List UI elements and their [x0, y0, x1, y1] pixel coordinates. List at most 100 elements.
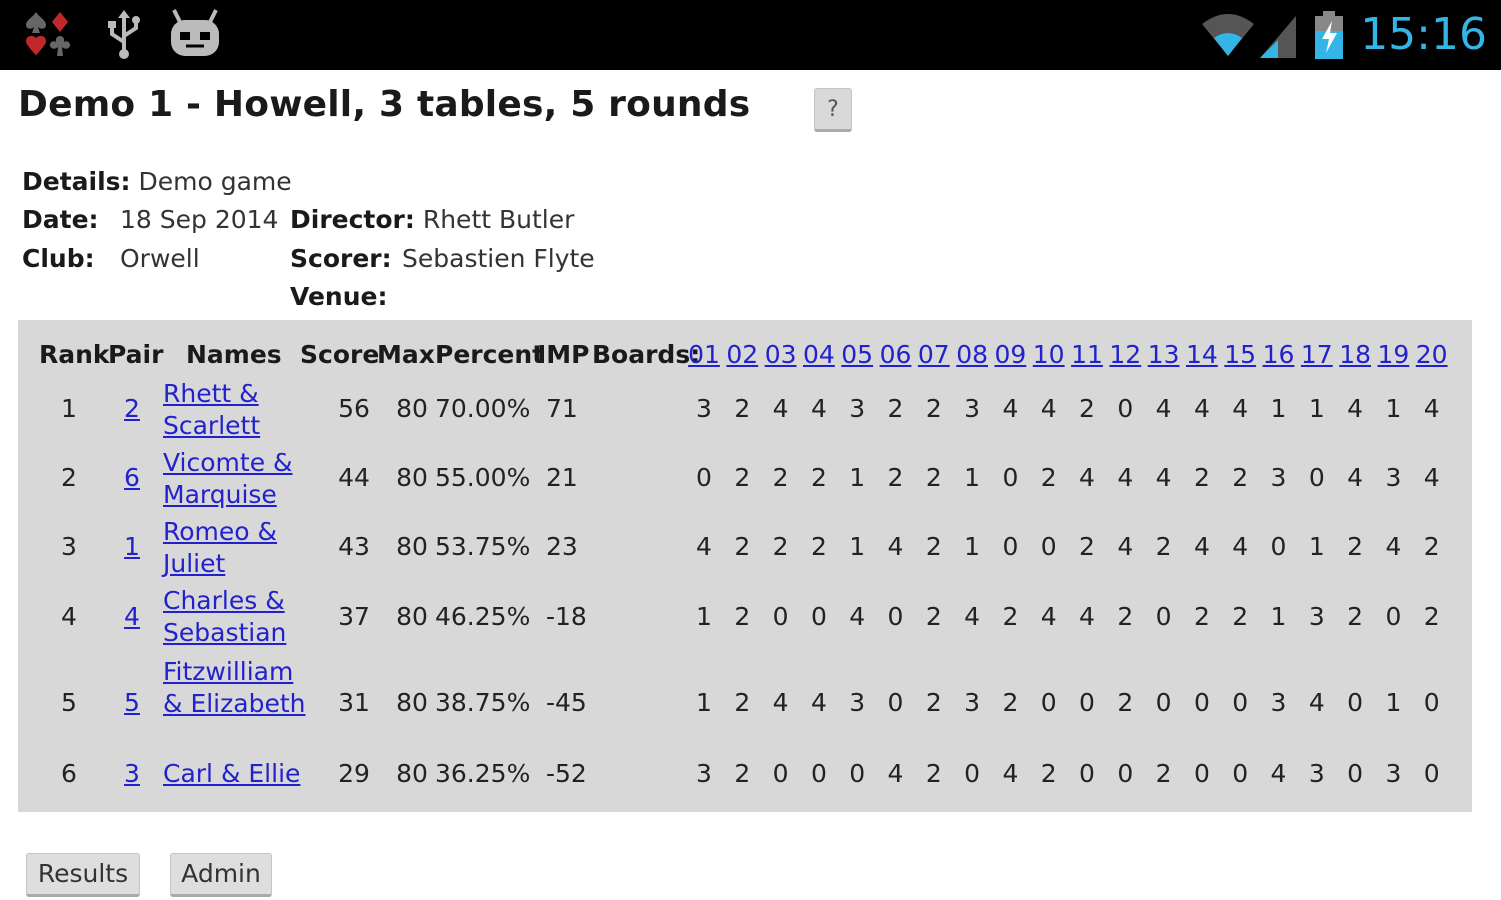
results-table: Rank Pair Names Score Max Percent IMP Bo…: [18, 320, 1472, 812]
board-link-11[interactable]: 11: [1070, 340, 1104, 370]
pair-names-link[interactable]: Fitzwilliam & Elizabeth: [163, 656, 313, 720]
board-link-17[interactable]: 17: [1300, 340, 1334, 370]
board-score-cell: 2: [1040, 759, 1057, 788]
pair-names-link[interactable]: Romeo & Juliet: [163, 516, 313, 580]
help-button[interactable]: ?: [814, 88, 852, 132]
board-score-cell: 2: [1155, 532, 1172, 561]
imp-cell: 21: [546, 463, 578, 492]
board-link-03[interactable]: 03: [764, 340, 798, 370]
board-score-cell: 4: [1193, 394, 1210, 423]
board-score-cell: 3: [964, 688, 981, 717]
board-link-16[interactable]: 16: [1262, 340, 1296, 370]
board-link-01[interactable]: 01: [687, 340, 721, 370]
board-score-cell: 2: [1155, 759, 1172, 788]
board-score-cell: 2: [1423, 532, 1440, 561]
pair-names-link[interactable]: Vicomte & Marquise: [163, 447, 313, 511]
board-score-cell: 4: [1423, 394, 1440, 423]
pair-names-link[interactable]: Charles & Sebastian: [163, 585, 313, 649]
board-score-cell: 2: [734, 394, 751, 423]
board-link-20[interactable]: 20: [1415, 340, 1449, 370]
board-link-05[interactable]: 05: [840, 340, 874, 370]
score-cell: 44: [338, 463, 370, 492]
board-link-10[interactable]: 10: [1032, 340, 1066, 370]
pair-link[interactable]: 4: [115, 601, 149, 633]
board-score-cell: 2: [734, 463, 751, 492]
board-score-cell: 1: [964, 532, 981, 561]
board-link-04[interactable]: 04: [802, 340, 836, 370]
android-debug-icon: [168, 8, 222, 60]
pair-link[interactable]: 1: [115, 531, 149, 563]
board-score-cell: 4: [1232, 394, 1249, 423]
board-score-cell: 0: [1347, 759, 1364, 788]
pair-link[interactable]: 3: [115, 758, 149, 790]
board-score-cell: 2: [1117, 688, 1134, 717]
board-score-cell: 2: [734, 759, 751, 788]
pair-link[interactable]: 5: [115, 687, 149, 719]
board-link-06[interactable]: 06: [879, 340, 913, 370]
pair-link[interactable]: 6: [115, 462, 149, 494]
board-score-cell: 3: [849, 688, 866, 717]
board-link-13[interactable]: 13: [1147, 340, 1181, 370]
percent-cell: 38.75%: [435, 688, 531, 717]
board-score-cell: 2: [925, 394, 942, 423]
board-score-cell: 3: [1270, 463, 1287, 492]
board-link-02[interactable]: 02: [725, 340, 759, 370]
board-score-cell: 4: [1040, 394, 1057, 423]
board-score-cell: 2: [1079, 394, 1095, 423]
date-value: 18 Sep 2014: [120, 205, 279, 234]
board-score-cell: 2: [734, 688, 751, 717]
board-score-cell: 2: [1002, 688, 1019, 717]
pair-names-link[interactable]: Carl & Ellie: [163, 758, 313, 790]
board-link-08[interactable]: 08: [955, 340, 989, 370]
board-score-cell: 0: [1155, 688, 1172, 717]
rank-cell: 3: [61, 532, 77, 561]
board-score-cell: 2: [925, 602, 942, 631]
board-link-07[interactable]: 07: [917, 340, 951, 370]
score-cell: 31: [338, 688, 370, 717]
club-label: Club:: [22, 244, 95, 273]
board-link-18[interactable]: 18: [1338, 340, 1372, 370]
board-score-cell: 2: [925, 463, 942, 492]
header-score: Score: [300, 340, 380, 369]
board-score-cell: 1: [1308, 394, 1325, 423]
board-score-cell: 4: [1002, 394, 1019, 423]
pair-names-link[interactable]: Rhett & Scarlett: [163, 378, 313, 442]
board-score-cell: 4: [1002, 759, 1019, 788]
board-score-cell: 2: [810, 532, 827, 561]
director-label: Director:: [290, 205, 415, 234]
results-button[interactable]: Results: [26, 853, 140, 897]
header-imp: IMP: [537, 340, 590, 369]
admin-button[interactable]: Admin: [170, 853, 272, 897]
status-clock: 15:16: [1360, 9, 1487, 60]
board-score-cell: 4: [772, 688, 789, 717]
board-score-cell: 2: [925, 688, 942, 717]
board-link-15[interactable]: 15: [1223, 340, 1257, 370]
board-score-cell: 0: [964, 759, 981, 788]
board-link-09[interactable]: 09: [993, 340, 1027, 370]
board-score-cell: 4: [1155, 394, 1172, 423]
board-score-cell: 4: [696, 532, 712, 561]
pair-link[interactable]: 2: [115, 393, 149, 425]
board-score-cell: 0: [1040, 688, 1057, 717]
status-bar: 15:16: [0, 0, 1501, 70]
rank-cell: 4: [61, 602, 77, 631]
board-link-12[interactable]: 12: [1108, 340, 1142, 370]
board-score-cell: 4: [1385, 532, 1402, 561]
board-score-cell: 0: [696, 463, 712, 492]
board-score-cell: 0: [1079, 759, 1095, 788]
score-cell: 56: [338, 394, 370, 423]
board-score-cell: 0: [1079, 688, 1095, 717]
board-score-cell: 0: [1423, 688, 1440, 717]
board-score-cell: 3: [696, 394, 712, 423]
board-score-cell: 2: [1079, 532, 1095, 561]
board-score-cell: 0: [1423, 759, 1440, 788]
date-label: Date:: [22, 205, 99, 234]
venue-row: Venue:: [290, 281, 388, 313]
board-score-cell: 4: [1232, 532, 1249, 561]
board-link-14[interactable]: 14: [1185, 340, 1219, 370]
percent-cell: 36.25%: [435, 759, 531, 788]
board-link-19[interactable]: 19: [1376, 340, 1410, 370]
details-row: Details: Demo game: [22, 166, 292, 198]
board-score-cell: 0: [1193, 759, 1210, 788]
score-cell: 43: [338, 532, 370, 561]
